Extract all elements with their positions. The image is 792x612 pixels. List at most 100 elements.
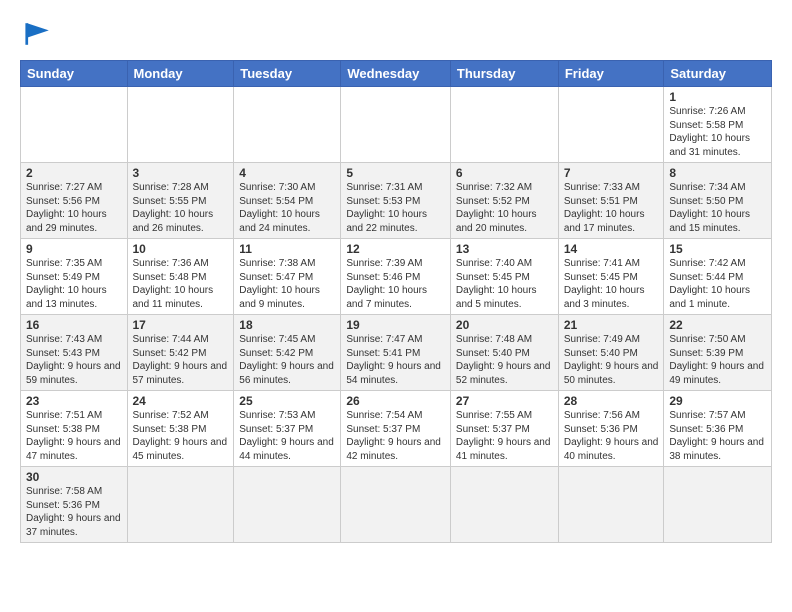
calendar-cell: 14Sunrise: 7:41 AM Sunset: 5:45 PM Dayli…: [558, 239, 664, 315]
calendar-cell: 11Sunrise: 7:38 AM Sunset: 5:47 PM Dayli…: [234, 239, 341, 315]
calendar-cell: [127, 467, 234, 543]
calendar-cell: [234, 467, 341, 543]
day-number: 3: [133, 166, 229, 180]
day-number: 20: [456, 318, 553, 332]
day-info: Sunrise: 7:32 AM Sunset: 5:52 PM Dayligh…: [456, 181, 553, 235]
day-number: 21: [564, 318, 659, 332]
day-number: 25: [239, 394, 335, 408]
day-info: Sunrise: 7:41 AM Sunset: 5:45 PM Dayligh…: [564, 257, 659, 311]
calendar-cell: 25Sunrise: 7:53 AM Sunset: 5:37 PM Dayli…: [234, 391, 341, 467]
day-number: 12: [346, 242, 445, 256]
calendar-cell: 28Sunrise: 7:56 AM Sunset: 5:36 PM Dayli…: [558, 391, 664, 467]
calendar-cell: 18Sunrise: 7:45 AM Sunset: 5:42 PM Dayli…: [234, 315, 341, 391]
day-info: Sunrise: 7:43 AM Sunset: 5:43 PM Dayligh…: [26, 333, 122, 387]
calendar-cell: 15Sunrise: 7:42 AM Sunset: 5:44 PM Dayli…: [664, 239, 772, 315]
calendar-cell: 12Sunrise: 7:39 AM Sunset: 5:46 PM Dayli…: [341, 239, 451, 315]
day-info: Sunrise: 7:30 AM Sunset: 5:54 PM Dayligh…: [239, 181, 335, 235]
day-number: 30: [26, 470, 122, 484]
day-info: Sunrise: 7:38 AM Sunset: 5:47 PM Dayligh…: [239, 257, 335, 311]
day-number: 11: [239, 242, 335, 256]
calendar-cell: 2Sunrise: 7:27 AM Sunset: 5:56 PM Daylig…: [21, 163, 128, 239]
day-number: 29: [669, 394, 766, 408]
day-number: 19: [346, 318, 445, 332]
calendar-cell: [558, 87, 664, 163]
calendar-cell: 20Sunrise: 7:48 AM Sunset: 5:40 PM Dayli…: [450, 315, 558, 391]
calendar-cell: 19Sunrise: 7:47 AM Sunset: 5:41 PM Dayli…: [341, 315, 451, 391]
header: [20, 16, 772, 52]
calendar-cell: 30Sunrise: 7:58 AM Sunset: 5:36 PM Dayli…: [21, 467, 128, 543]
day-number: 18: [239, 318, 335, 332]
day-info: Sunrise: 7:57 AM Sunset: 5:36 PM Dayligh…: [669, 409, 766, 463]
day-number: 27: [456, 394, 553, 408]
header-wednesday: Wednesday: [341, 61, 451, 87]
day-info: Sunrise: 7:27 AM Sunset: 5:56 PM Dayligh…: [26, 181, 122, 235]
calendar-cell: 3Sunrise: 7:28 AM Sunset: 5:55 PM Daylig…: [127, 163, 234, 239]
day-info: Sunrise: 7:28 AM Sunset: 5:55 PM Dayligh…: [133, 181, 229, 235]
day-info: Sunrise: 7:36 AM Sunset: 5:48 PM Dayligh…: [133, 257, 229, 311]
day-info: Sunrise: 7:34 AM Sunset: 5:50 PM Dayligh…: [669, 181, 766, 235]
day-number: 14: [564, 242, 659, 256]
calendar-cell: 7Sunrise: 7:33 AM Sunset: 5:51 PM Daylig…: [558, 163, 664, 239]
calendar-week-row: 1Sunrise: 7:26 AM Sunset: 5:58 PM Daylig…: [21, 87, 772, 163]
day-number: 23: [26, 394, 122, 408]
calendar-cell: 13Sunrise: 7:40 AM Sunset: 5:45 PM Dayli…: [450, 239, 558, 315]
day-info: Sunrise: 7:48 AM Sunset: 5:40 PM Dayligh…: [456, 333, 553, 387]
day-info: Sunrise: 7:45 AM Sunset: 5:42 PM Dayligh…: [239, 333, 335, 387]
day-number: 13: [456, 242, 553, 256]
calendar-cell: [664, 467, 772, 543]
header-monday: Monday: [127, 61, 234, 87]
day-info: Sunrise: 7:58 AM Sunset: 5:36 PM Dayligh…: [26, 485, 122, 539]
calendar-table: Sunday Monday Tuesday Wednesday Thursday…: [20, 60, 772, 543]
day-info: Sunrise: 7:51 AM Sunset: 5:38 PM Dayligh…: [26, 409, 122, 463]
day-info: Sunrise: 7:56 AM Sunset: 5:36 PM Dayligh…: [564, 409, 659, 463]
day-info: Sunrise: 7:31 AM Sunset: 5:53 PM Dayligh…: [346, 181, 445, 235]
day-number: 26: [346, 394, 445, 408]
day-number: 1: [669, 90, 766, 104]
header-sunday: Sunday: [21, 61, 128, 87]
day-number: 8: [669, 166, 766, 180]
day-number: 16: [26, 318, 122, 332]
day-info: Sunrise: 7:39 AM Sunset: 5:46 PM Dayligh…: [346, 257, 445, 311]
day-info: Sunrise: 7:47 AM Sunset: 5:41 PM Dayligh…: [346, 333, 445, 387]
calendar-cell: 17Sunrise: 7:44 AM Sunset: 5:42 PM Dayli…: [127, 315, 234, 391]
calendar-cell: 10Sunrise: 7:36 AM Sunset: 5:48 PM Dayli…: [127, 239, 234, 315]
logo: [20, 16, 60, 52]
calendar-cell: 27Sunrise: 7:55 AM Sunset: 5:37 PM Dayli…: [450, 391, 558, 467]
calendar-cell: 24Sunrise: 7:52 AM Sunset: 5:38 PM Dayli…: [127, 391, 234, 467]
calendar-cell: [127, 87, 234, 163]
day-number: 9: [26, 242, 122, 256]
day-info: Sunrise: 7:55 AM Sunset: 5:37 PM Dayligh…: [456, 409, 553, 463]
calendar-cell: 5Sunrise: 7:31 AM Sunset: 5:53 PM Daylig…: [341, 163, 451, 239]
header-saturday: Saturday: [664, 61, 772, 87]
calendar-cell: 8Sunrise: 7:34 AM Sunset: 5:50 PM Daylig…: [664, 163, 772, 239]
calendar-cell: [450, 87, 558, 163]
calendar-week-row: 9Sunrise: 7:35 AM Sunset: 5:49 PM Daylig…: [21, 239, 772, 315]
calendar-cell: 9Sunrise: 7:35 AM Sunset: 5:49 PM Daylig…: [21, 239, 128, 315]
calendar-cell: 26Sunrise: 7:54 AM Sunset: 5:37 PM Dayli…: [341, 391, 451, 467]
calendar-week-row: 23Sunrise: 7:51 AM Sunset: 5:38 PM Dayli…: [21, 391, 772, 467]
calendar-cell: [558, 467, 664, 543]
calendar-cell: 29Sunrise: 7:57 AM Sunset: 5:36 PM Dayli…: [664, 391, 772, 467]
calendar-cell: [341, 87, 451, 163]
calendar-cell: [341, 467, 451, 543]
calendar-cell: 21Sunrise: 7:49 AM Sunset: 5:40 PM Dayli…: [558, 315, 664, 391]
calendar-cell: 4Sunrise: 7:30 AM Sunset: 5:54 PM Daylig…: [234, 163, 341, 239]
calendar-cell: 16Sunrise: 7:43 AM Sunset: 5:43 PM Dayli…: [21, 315, 128, 391]
page: Sunday Monday Tuesday Wednesday Thursday…: [0, 0, 792, 553]
day-info: Sunrise: 7:54 AM Sunset: 5:37 PM Dayligh…: [346, 409, 445, 463]
calendar-cell: 22Sunrise: 7:50 AM Sunset: 5:39 PM Dayli…: [664, 315, 772, 391]
day-number: 4: [239, 166, 335, 180]
day-number: 22: [669, 318, 766, 332]
calendar-week-row: 16Sunrise: 7:43 AM Sunset: 5:43 PM Dayli…: [21, 315, 772, 391]
calendar-cell: 6Sunrise: 7:32 AM Sunset: 5:52 PM Daylig…: [450, 163, 558, 239]
day-info: Sunrise: 7:44 AM Sunset: 5:42 PM Dayligh…: [133, 333, 229, 387]
calendar-week-row: 2Sunrise: 7:27 AM Sunset: 5:56 PM Daylig…: [21, 163, 772, 239]
day-info: Sunrise: 7:26 AM Sunset: 5:58 PM Dayligh…: [669, 105, 766, 159]
calendar-cell: [450, 467, 558, 543]
day-info: Sunrise: 7:40 AM Sunset: 5:45 PM Dayligh…: [456, 257, 553, 311]
day-number: 5: [346, 166, 445, 180]
day-info: Sunrise: 7:33 AM Sunset: 5:51 PM Dayligh…: [564, 181, 659, 235]
day-info: Sunrise: 7:50 AM Sunset: 5:39 PM Dayligh…: [669, 333, 766, 387]
day-number: 28: [564, 394, 659, 408]
logo-icon: [20, 16, 56, 52]
